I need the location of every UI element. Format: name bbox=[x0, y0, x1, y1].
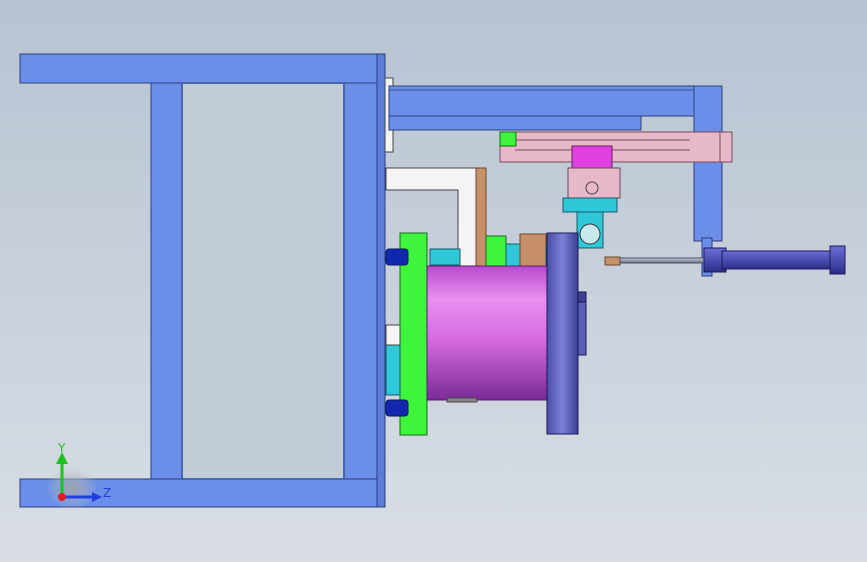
y-axis-label: Y bbox=[57, 441, 66, 455]
spindle-coupling bbox=[429, 233, 559, 271]
slide-rail bbox=[499, 131, 733, 163]
mounting-plate bbox=[385, 232, 428, 436]
origin-dot bbox=[58, 493, 66, 501]
motor-flange bbox=[546, 232, 587, 435]
pneumatic-cylinder bbox=[604, 245, 846, 275]
cad-viewport[interactable]: Y Z bbox=[0, 0, 867, 562]
cad-model-drawing: Y Z bbox=[19, 53, 846, 510]
motor-cylinder bbox=[426, 265, 550, 403]
z-axis-label: Z bbox=[103, 486, 111, 500]
main-frame bbox=[19, 53, 386, 508]
